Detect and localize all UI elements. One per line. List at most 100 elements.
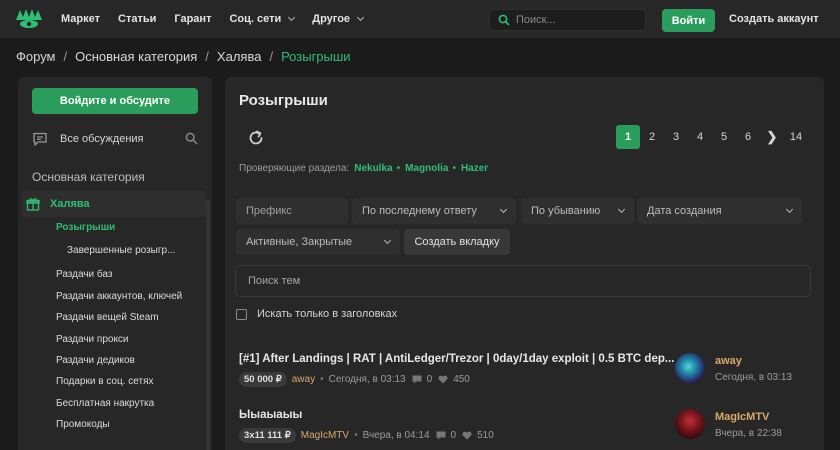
avatar[interactable] — [675, 409, 705, 439]
all-discussions-link[interactable]: Все обсуждения — [32, 129, 198, 149]
status-value: Активные, Закрытые — [246, 236, 353, 248]
sidebar-item-free-boost[interactable]: Бесплатная накрутка — [56, 398, 154, 409]
breadcrumb-current: Розыгрыши — [281, 49, 351, 64]
nav-other[interactable]: Другое — [312, 13, 365, 25]
thread-row[interactable]: [#1] After Landings | RAT | AntiLedger/T… — [239, 353, 809, 387]
date-filter[interactable]: Дата создания — [637, 198, 802, 224]
prefix-filter[interactable] — [236, 198, 348, 224]
status-select[interactable]: Активные, Закрытые — [236, 229, 400, 255]
avatar[interactable] — [675, 353, 705, 383]
breadcrumb: Форум / Основная категория / Халява / Ро… — [16, 49, 351, 64]
chat-bubble-icon — [33, 132, 47, 146]
sidebar-item-promocodes[interactable]: Промокоды — [56, 419, 110, 430]
heart-icon — [438, 375, 448, 384]
pagination: 1 2 3 4 5 6 ❯ 14 — [616, 125, 808, 149]
nav-articles[interactable]: Статьи — [118, 13, 156, 25]
page-link[interactable]: 2 — [640, 125, 664, 149]
header-search-input[interactable] — [516, 14, 636, 26]
date-filter-placeholder: Дата создания — [647, 205, 722, 217]
main-nav: Маркет Статьи Гарант Соц. сети Другое — [61, 0, 381, 38]
nav-social[interactable]: Соц. сети — [229, 13, 296, 25]
chevron-down-icon — [383, 236, 392, 245]
gift-icon — [26, 198, 40, 211]
search-topics-field[interactable] — [235, 265, 811, 297]
price-badge: 50 000 ₽ — [239, 372, 287, 387]
chevron-down-icon — [357, 13, 365, 22]
reviewer-separator: • — [452, 163, 456, 174]
login-and-discuss-button[interactable]: Войдите и обсудите — [32, 88, 198, 114]
page-link[interactable]: 5 — [712, 125, 736, 149]
page-link[interactable]: 4 — [688, 125, 712, 149]
main-panel: Розыгрыши 1 2 3 4 5 6 ❯ 14 Проверяющие р… — [225, 77, 824, 450]
sort-by-value: По последнему ответу — [362, 205, 477, 217]
sidebar-scrollbar[interactable] — [206, 200, 210, 450]
page-last[interactable]: 14 — [784, 125, 808, 149]
top-navigation-bar: Маркет Статьи Гарант Соц. сети Другое Во… — [0, 0, 840, 38]
page-title: Розыгрыши — [239, 92, 328, 109]
breadcrumb-separator: / — [269, 49, 274, 64]
titles-only-option[interactable]: Искать только в заголовках — [236, 308, 397, 320]
sidebar-item-freebies[interactable]: Халява — [22, 191, 206, 217]
titles-only-label: Искать только в заголовках — [257, 308, 398, 320]
chevron-down-icon — [617, 205, 626, 214]
thread-author[interactable]: MagIcMTV — [301, 430, 349, 441]
nav-garant[interactable]: Гарант — [174, 13, 211, 25]
category-title[interactable]: Основная категория — [32, 170, 145, 184]
nav-market[interactable]: Маркет — [61, 13, 100, 25]
breadcrumb-separator: / — [63, 49, 68, 64]
breadcrumb-main-category[interactable]: Основная категория — [75, 49, 197, 64]
reviewer-link[interactable]: Nekulka — [354, 163, 392, 174]
comment-icon — [412, 375, 422, 384]
last-post-time: Вчера, в 22:38 — [715, 428, 782, 439]
chevron-down-icon — [499, 205, 508, 214]
like-count: 450 — [453, 374, 470, 385]
sidebar-item-proxy-giveaways[interactable]: Раздачи прокси — [56, 334, 129, 345]
titles-only-checkbox[interactable] — [236, 308, 247, 320]
site-logo-icon[interactable] — [15, 8, 43, 30]
chevron-down-icon — [785, 205, 794, 214]
register-button[interactable]: Создать аккаунт — [729, 13, 819, 25]
reviewer-separator: • — [396, 163, 401, 174]
reply-count: 0 — [450, 430, 457, 441]
sidebar-item-account-giveaways[interactable]: Раздачи аккаунтов, ключей — [56, 291, 182, 302]
reviewers-label: Проверяющие раздела: — [239, 163, 350, 174]
thread-author[interactable]: away — [292, 374, 315, 385]
login-button[interactable]: Войти — [662, 9, 715, 32]
search-topics-input[interactable] — [248, 275, 810, 287]
next-page-icon[interactable]: ❯ — [760, 125, 784, 149]
refresh-icon[interactable] — [247, 129, 265, 150]
sidebar: Войдите и обсудите Все обсуждения Основн… — [18, 77, 212, 450]
heart-icon — [462, 431, 472, 440]
like-count: 510 — [477, 430, 494, 441]
last-post-user[interactable]: away — [715, 355, 742, 367]
sidebar-item-steam-giveaways[interactable]: Раздачи вещей Steam — [56, 312, 159, 323]
page-link[interactable]: 3 — [664, 125, 688, 149]
meta-separator: • — [320, 374, 324, 385]
sidebar-item-social-gifts[interactable]: Подарки в соц. сетях — [56, 376, 154, 387]
thread-row[interactable]: Ыыаыаыы 3x11 111 ₽ MagIcMTV • Вчера, в 0… — [239, 409, 809, 443]
breadcrumb-forum[interactable]: Форум — [16, 49, 56, 64]
reviewer-link[interactable]: Hazer — [461, 163, 488, 174]
reply-count: 0 — [426, 374, 433, 385]
reviewer-link[interactable]: Magnolia — [405, 163, 448, 174]
last-post-user[interactable]: MagIcMTV — [715, 411, 769, 423]
page-current[interactable]: 1 — [616, 125, 640, 149]
prefix-input[interactable] — [246, 205, 348, 217]
page-link[interactable]: 6 — [736, 125, 760, 149]
search-icon — [498, 14, 510, 26]
header-search[interactable] — [489, 9, 646, 31]
sidebar-item-giveaways[interactable]: Розыгрыши — [56, 222, 115, 233]
section-reviewers: Проверяющие раздела: Nekulka • Magnolia … — [239, 163, 488, 174]
all-discussions-label: Все обсуждения — [60, 133, 144, 145]
breadcrumb-freebies[interactable]: Халява — [217, 49, 262, 64]
order-value: По убыванию — [531, 205, 601, 217]
sidebar-item-dedic-giveaways[interactable]: Раздачи дедиков — [56, 355, 135, 366]
sort-by-select[interactable]: По последнему ответу — [352, 198, 516, 224]
search-icon[interactable] — [185, 132, 198, 145]
sidebar-item-label: Халява — [50, 198, 90, 210]
create-tab-button[interactable]: Создать вкладку — [404, 229, 510, 255]
last-post-time: Сегодня, в 03:13 — [715, 372, 792, 383]
sidebar-item-db-giveaways[interactable]: Раздачи баз — [56, 269, 112, 280]
sidebar-item-finished-giveaways[interactable]: Завершенные розыгр... — [67, 245, 175, 256]
order-select[interactable]: По убыванию — [521, 198, 634, 224]
